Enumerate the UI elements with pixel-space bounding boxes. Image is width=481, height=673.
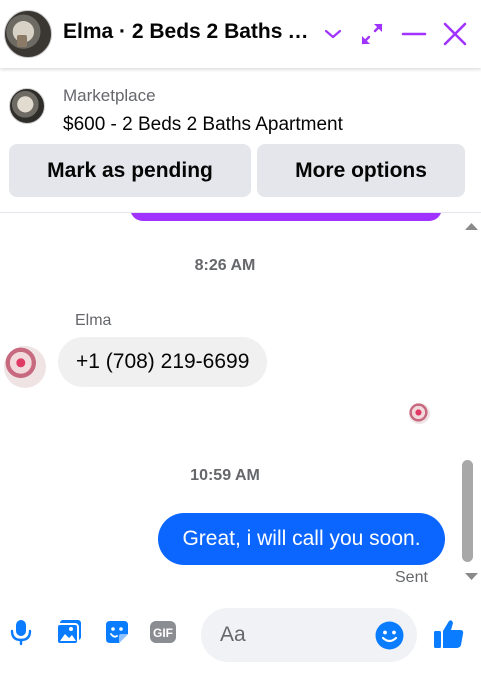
marketplace-listing-card: Marketplace $600 - 2 Beds 2 Baths Apartm… xyxy=(0,68,481,213)
chevron-down-icon[interactable] xyxy=(319,20,347,48)
message-composer: GIF xyxy=(0,593,481,673)
outgoing-message[interactable]: Great, i will call you soon. xyxy=(158,513,445,565)
scroll-down-arrow-icon[interactable] xyxy=(462,569,481,585)
sender-name: Elma xyxy=(75,312,112,329)
photo-icon[interactable] xyxy=(54,617,84,647)
listing-avatar[interactable] xyxy=(4,10,52,58)
incoming-message[interactable]: +1 (708) 219-6699 xyxy=(58,337,268,387)
gif-label: GIF xyxy=(153,626,173,640)
gif-icon[interactable]: GIF xyxy=(148,617,178,647)
scroll-up-arrow-icon[interactable] xyxy=(462,218,481,234)
listing-title[interactable]: $600 - 2 Beds 2 Baths Apartment xyxy=(63,114,343,136)
message-status: Sent xyxy=(395,569,428,586)
close-icon[interactable] xyxy=(441,20,469,48)
seen-indicator-avatar xyxy=(409,403,430,424)
chat-header: Elma · 2 Beds 2 Baths Apartment xyxy=(0,0,481,68)
like-icon[interactable] xyxy=(432,617,466,651)
sender-avatar[interactable] xyxy=(4,346,46,388)
thread-scrollbar[interactable] xyxy=(462,213,481,593)
emoji-icon[interactable] xyxy=(374,620,405,651)
scrollbar-thumb[interactable] xyxy=(462,460,473,562)
timestamp: 8:26 AM xyxy=(194,257,256,274)
sticker-icon[interactable] xyxy=(102,617,132,647)
previous-message-bubble xyxy=(130,213,442,221)
mark-as-pending-button[interactable]: Mark as pending xyxy=(9,144,251,197)
chat-title[interactable]: Elma · 2 Beds 2 Baths Apartment xyxy=(63,20,313,44)
more-options-button[interactable]: More options xyxy=(257,144,465,197)
microphone-icon[interactable] xyxy=(6,617,36,647)
timestamp: 10:59 AM xyxy=(190,467,260,484)
minimize-icon[interactable] xyxy=(400,20,428,48)
message-thread: 8:26 AM Elma +1 (708) 219-6699 10:59 AM … xyxy=(0,213,462,593)
expand-icon[interactable] xyxy=(358,20,386,48)
listing-thumbnail[interactable] xyxy=(9,88,45,124)
listing-source: Marketplace xyxy=(63,86,156,105)
